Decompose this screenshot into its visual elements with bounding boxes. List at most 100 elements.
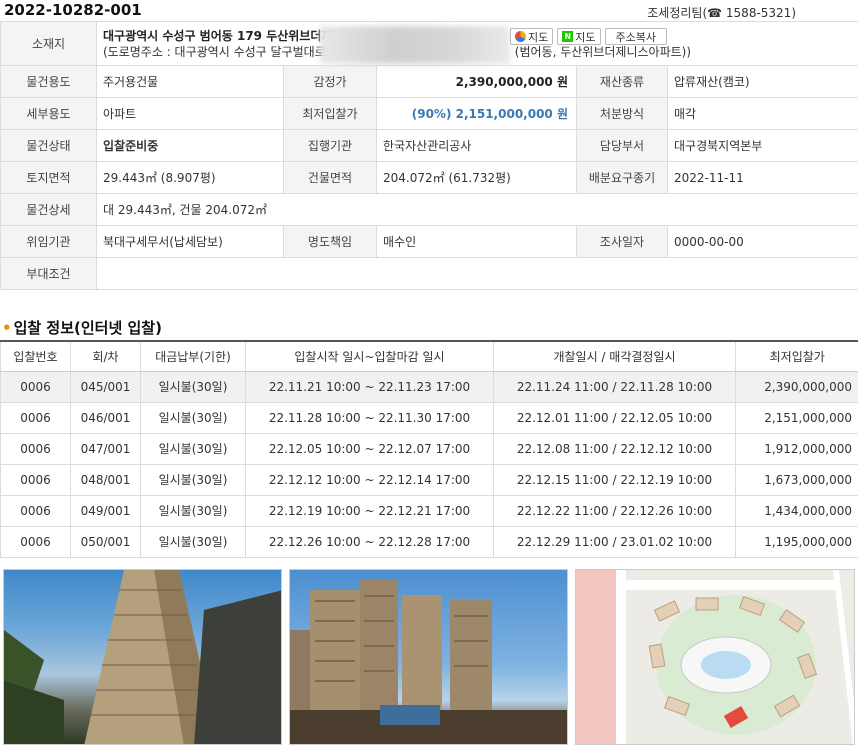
- label-claim-deadline: 배분요구종기: [576, 161, 668, 194]
- col-opening: 개찰일시 / 매각결정일시: [493, 340, 736, 372]
- cell-bid-period: 22.12.19 10:00 ~ 22.12.21 17:00: [245, 494, 494, 527]
- cell-round: 045/001: [70, 370, 141, 403]
- bid-row: 0006 048/001 일시불(30일) 22.12.12 10:00 ~ 22.1…: [0, 463, 858, 496]
- cell-min-price: 1,434,000,000: [735, 494, 858, 527]
- cell-payment: 일시불(30일): [140, 401, 246, 434]
- label-status: 물건상태: [0, 129, 97, 162]
- cell-bid-period: 22.11.28 10:00 ~ 22.11.30 17:00: [245, 401, 494, 434]
- cell-opening: 22.12.08 11:00 / 22.12.12 10:00: [493, 432, 736, 465]
- naver-map-icon: N: [562, 31, 574, 42]
- col-bid-period: 입찰시작 일시~입찰마감 일시: [245, 340, 494, 372]
- label-usage: 물건용도: [0, 65, 97, 98]
- col-round: 회/차: [70, 340, 141, 372]
- cell-min-price: 1,912,000,000: [735, 432, 858, 465]
- photo-gallery: [3, 569, 855, 745]
- label-building-area: 건물면적: [283, 161, 377, 194]
- value-eviction: 매수인: [376, 225, 577, 258]
- value-property-type: 압류재산(캠코): [666, 65, 858, 98]
- value-department: 대구경북지역본부: [666, 129, 858, 162]
- header-bar: 2022-10282-001 조세정리팀(☎ 1588-5321): [0, 0, 858, 22]
- cell-payment: 일시불(30일): [140, 494, 246, 527]
- kakao-map-button[interactable]: 지도: [510, 28, 554, 45]
- skyline-photo[interactable]: [289, 569, 568, 745]
- redacted-area: [320, 26, 510, 64]
- cell-bid-no: 0006: [0, 494, 71, 527]
- bid-row: 0006 050/001 일시불(30일) 22.12.26 10:00 ~ 22.1…: [0, 525, 858, 558]
- label-disposal: 처분방식: [576, 97, 668, 130]
- building-photo[interactable]: [3, 569, 282, 745]
- building-photo-drawing: [4, 570, 281, 744]
- label-eviction: 명도책임: [283, 225, 377, 258]
- bid-row: 0006 049/001 일시불(30일) 22.12.19 10:00 ~ 22.1…: [0, 494, 858, 527]
- cell-payment: 일시불(30일): [140, 463, 246, 496]
- value-delegator: 북대구세무서(납세담보): [96, 225, 284, 258]
- cell-opening: 22.12.01 11:00 / 22.12.05 10:00: [493, 401, 736, 434]
- info-row: 물건용도 주거용건물 감정가 2,390,000,000 원 재산종류 압류재산…: [0, 65, 858, 98]
- value-detail-usage: 아파트: [96, 97, 284, 130]
- cell-payment: 일시불(30일): [140, 432, 246, 465]
- cell-opening: 22.11.24 11:00 / 22.11.28 10:00: [493, 370, 736, 403]
- bid-row: 0006 045/001 일시불(30일) 22.11.21 10:00 ~ 22.1…: [0, 370, 858, 403]
- road-address-prefix: (도로명주소 : 대구광역시 수성구 달구벌대로 24: [103, 44, 345, 59]
- value-detail: 대 29.443㎡, 건물 204.072㎡: [95, 193, 858, 226]
- cell-payment: 일시불(30일): [140, 525, 246, 558]
- info-row: 토지면적 29.443㎡ (8.907평) 건물면적 204.072㎡ (61.…: [0, 161, 858, 194]
- kakao-map-label: 지도: [528, 30, 549, 44]
- value-appraisal: 2,390,000,000 원: [376, 65, 577, 98]
- site-map-image[interactable]: [575, 569, 855, 745]
- value-status: 입찰준비중: [96, 129, 284, 162]
- col-payment: 대금납부(기한): [140, 340, 246, 372]
- case-number: 2022-10282-001: [4, 1, 142, 19]
- label-survey-date: 조사일자: [576, 225, 668, 258]
- cell-bid-period: 22.12.26 10:00 ~ 22.12.28 17:00: [245, 525, 494, 558]
- cell-bid-no: 0006: [0, 370, 71, 403]
- label-agency: 집행기관: [283, 129, 377, 162]
- label-conditions: 부대조건: [0, 257, 97, 290]
- cell-opening: 22.12.15 11:00 / 22.12.19 10:00: [493, 463, 736, 496]
- value-agency: 한국자산관리공사: [376, 129, 577, 162]
- info-row: 물건상세 대 29.443㎡, 건물 204.072㎡: [0, 193, 858, 226]
- cell-bid-no: 0006: [0, 525, 71, 558]
- bid-table: 입찰번호 회/차 대금납부(기한) 입찰시작 일시~입찰마감 일시 개찰일시 /…: [0, 340, 858, 558]
- col-min-price: 최저입찰가: [735, 340, 858, 372]
- team-contact: 조세정리팀(☎ 1588-5321): [647, 6, 796, 20]
- cell-bid-period: 22.12.05 10:00 ~ 22.12.07 17:00: [245, 432, 494, 465]
- copy-address-button[interactable]: 주소복사: [604, 28, 667, 45]
- col-bid-no: 입찰번호: [0, 340, 71, 372]
- copy-address-label: 주소복사: [615, 30, 656, 44]
- cell-bid-no: 0006: [0, 432, 71, 465]
- info-row: 물건상태 입찰준비중 집행기관 한국자산관리공사 담당부서 대구경북지역본부: [0, 129, 858, 162]
- bullet-icon: •: [2, 319, 12, 337]
- cell-bid-no: 0006: [0, 401, 71, 434]
- label-detail-usage: 세부용도: [0, 97, 97, 130]
- cell-payment: 일시불(30일): [140, 370, 246, 403]
- cell-round: 050/001: [70, 525, 141, 558]
- label-department: 담당부서: [576, 129, 668, 162]
- value-survey-date: 0000-00-00: [666, 225, 858, 258]
- value-claim-deadline: 2022-11-11: [666, 161, 858, 194]
- cell-opening: 22.12.22 11:00 / 22.12.26 10:00: [493, 494, 736, 527]
- value-building-area: 204.072㎡ (61.732평): [376, 161, 577, 194]
- cell-opening: 22.12.29 11:00 / 23.01.02 10:00: [493, 525, 736, 558]
- value-usage: 주거용건물: [96, 65, 284, 98]
- skyline-photo-drawing: [290, 580, 567, 744]
- value-min-bid: (90%) 2,151,000,000 원: [376, 97, 577, 130]
- cell-min-price: 2,151,000,000: [735, 401, 858, 434]
- cell-min-price: 2,390,000,000: [735, 370, 858, 403]
- naver-map-button[interactable]: N 지도: [557, 28, 601, 45]
- cell-round: 049/001: [70, 494, 141, 527]
- bid-table-header: 입찰번호 회/차 대금납부(기한) 입찰시작 일시~입찰마감 일시 개찰일시 /…: [0, 340, 858, 372]
- label-min-bid: 최저입찰가: [283, 97, 377, 130]
- bid-section-title: • 입찰 정보(인터넷 입찰): [2, 317, 162, 338]
- bid-row: 0006 047/001 일시불(30일) 22.12.05 10:00 ~ 22.1…: [0, 432, 858, 465]
- bid-row: 0006 046/001 일시불(30일) 22.11.28 10:00 ~ 22.1…: [0, 401, 858, 434]
- label-property-type: 재산종류: [576, 65, 668, 98]
- value-conditions: [95, 257, 858, 290]
- cell-round: 048/001: [70, 463, 141, 496]
- info-row: 세부용도 아파트 최저입찰가 (90%) 2,151,000,000 원 처분방…: [0, 97, 858, 130]
- label-delegator: 위임기관: [0, 225, 97, 258]
- road-address-suffix: (범어동, 두산위브더제니스아파트)): [514, 44, 692, 59]
- cell-bid-period: 22.12.12 10:00 ~ 22.12.14 17:00: [245, 463, 494, 496]
- value-disposal: 매각: [666, 97, 858, 130]
- address-buttons: 지도 N 지도 주소복사: [510, 28, 667, 46]
